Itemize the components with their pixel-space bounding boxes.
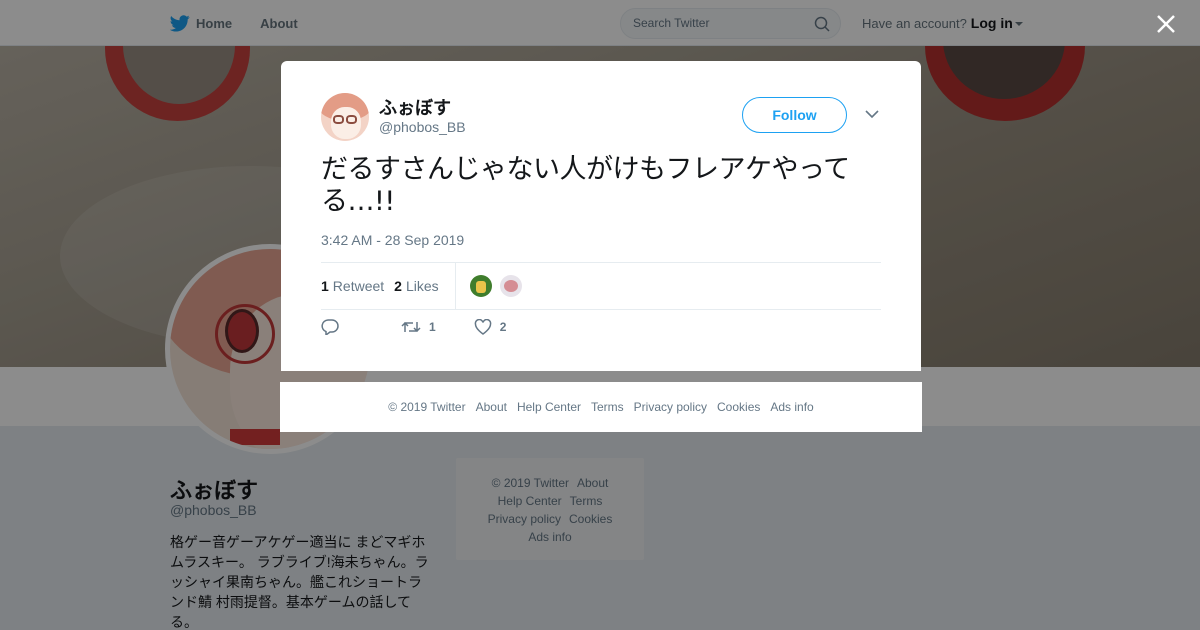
avatar-glasses [346,115,357,124]
footer-ads-link[interactable]: Ads info [770,400,813,414]
tweet-modal: ふぉぼす @phobos_BB Follow だるすさんじゃない人がけもフレアケ… [281,61,921,371]
footer-cookies-link[interactable]: Cookies [717,400,760,414]
like-action-count: 2 [499,320,507,334]
retweet-action[interactable]: 1 [401,319,436,335]
retweet-icon [401,321,421,333]
like-stat-label: Likes [405,278,439,294]
retweet-stat-count: 1 [321,278,329,294]
footer-terms-link[interactable]: Terms [591,400,624,414]
chevron-down-icon[interactable] [865,109,879,119]
like-stat-count: 2 [394,278,402,294]
tweet-stats: 1 Retweet 2 Likes [321,262,881,310]
avatar-glasses [333,115,344,124]
tweet-actions: 1 2 [321,319,506,335]
stats-divider [454,263,456,309]
author-name[interactable]: ふぉぼす [379,94,451,120]
retweet-stat[interactable]: 1 Retweet [321,278,384,294]
footer-copyright: © 2019 Twitter [388,400,466,414]
retweet-action-count: 1 [429,320,436,334]
tweet-text: だるすさんじゃない人がけもフレアケやってる…!! [321,154,850,217]
retweet-stat-label: Retweet [332,278,385,294]
heart-icon [474,319,491,335]
author-avatar[interactable] [321,93,369,141]
author-handle[interactable]: @phobos_BB [379,119,466,135]
liker-avatar[interactable] [499,275,522,297]
tweet-timestamp[interactable]: 3:42 AM - 28 Sep 2019 [321,232,464,248]
close-icon[interactable] [1152,10,1180,38]
like-stat[interactable]: 2 Likes [394,278,438,294]
footer-privacy-link[interactable]: Privacy policy [634,400,707,414]
reply-icon [321,319,339,335]
liker-avatar[interactable] [469,275,492,297]
footer-about-link[interactable]: About [476,400,507,414]
follow-button[interactable]: Follow [742,97,847,133]
like-action[interactable]: 2 [474,319,507,335]
modal-footer: © 2019 Twitter About Help Center Terms P… [280,382,922,432]
footer-help-link[interactable]: Help Center [517,400,581,414]
reply-action[interactable] [321,319,339,335]
